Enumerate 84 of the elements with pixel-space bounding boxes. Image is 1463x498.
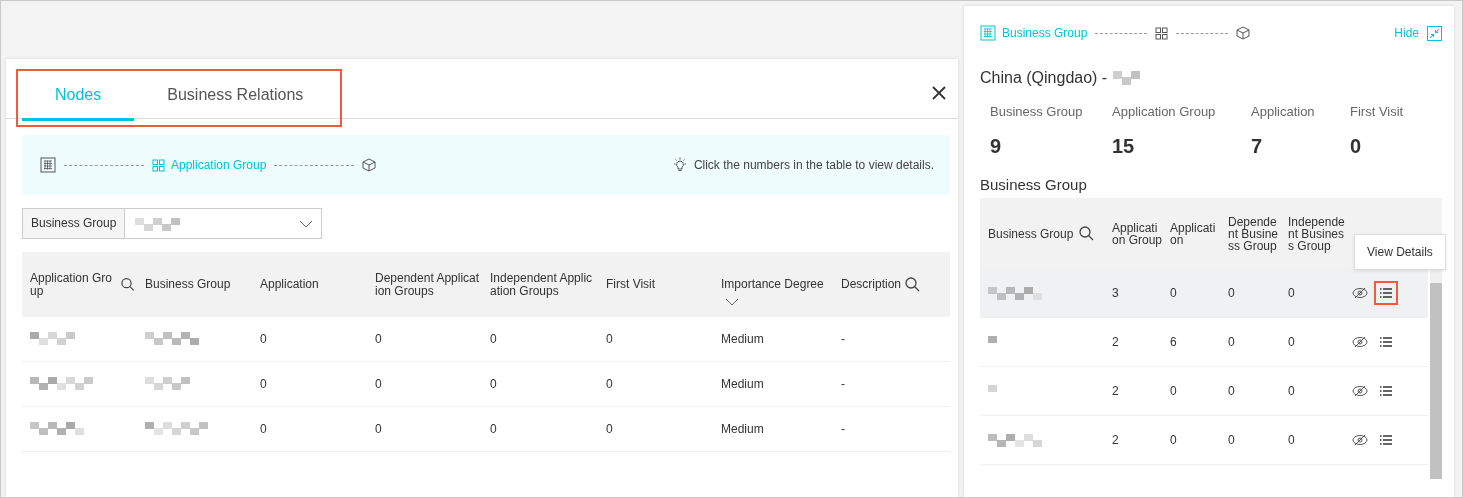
column-header: Application	[1170, 221, 1217, 246]
column-header: Dependent Business Group	[1228, 215, 1280, 252]
table-cell: 6	[1170, 335, 1177, 349]
grid-icon[interactable]	[1155, 26, 1169, 40]
section-title: Business Group	[980, 176, 1088, 195]
list-icon	[1380, 337, 1392, 347]
table-cell: -	[841, 332, 845, 346]
table-cell: 0	[1170, 433, 1177, 447]
table-cell: 0	[606, 377, 613, 391]
table-cell: -	[841, 377, 845, 391]
table-cell: 0	[1228, 384, 1235, 398]
stat-label: Business Group	[990, 104, 1084, 119]
column-header: Business Group	[988, 227, 1074, 240]
region-title: China (Qingdao) -	[980, 69, 1108, 87]
table-cell: 0	[375, 422, 382, 436]
table-cell: 2	[1112, 433, 1119, 447]
blurred-text	[145, 420, 208, 435]
column-header: Dependent Application Groups	[375, 271, 480, 298]
stat-value[interactable]: 9	[990, 135, 1112, 158]
column-header: Description	[841, 278, 902, 291]
table-cell: 0	[1288, 433, 1295, 447]
filter-label: Business Group	[22, 208, 126, 239]
table-cell: 3	[1112, 286, 1119, 300]
hint-text: Click the numbers in the table to view details.	[693, 158, 934, 172]
search-icon[interactable]	[121, 277, 135, 292]
table-cell: 0	[606, 422, 613, 436]
column-header: Independent Business Group	[1288, 215, 1346, 252]
chevron-down-icon[interactable]	[725, 298, 739, 306]
column-header: Application Group	[30, 271, 114, 298]
column-header: Application	[260, 278, 319, 291]
table-cell: 0	[1228, 335, 1235, 349]
cube-icon[interactable]	[1236, 26, 1251, 40]
stat-value[interactable]: 7	[1251, 135, 1350, 158]
tab[interactable]: Business Relations	[134, 71, 337, 121]
stat-label: Application Group	[1112, 104, 1217, 119]
table-cell: 0	[1228, 286, 1235, 300]
stat-label: Application	[1251, 104, 1316, 119]
tooltip: View Details	[1354, 234, 1446, 270]
column-header: First Visit	[606, 278, 656, 291]
hidden-eye-icon[interactable]	[1352, 433, 1368, 447]
table-cell: 0	[490, 377, 497, 391]
table-cell: 0	[490, 332, 497, 346]
table-cell: 0	[490, 422, 497, 436]
column-header: Importance Degree	[721, 278, 824, 291]
scrollbar[interactable]	[1430, 269, 1442, 479]
table-cell: 2	[1112, 384, 1119, 398]
table-cell: 0	[606, 332, 613, 346]
hidden-eye-icon[interactable]	[1352, 335, 1368, 349]
table-cell: 0	[260, 422, 267, 436]
view-details-button[interactable]	[1374, 281, 1398, 305]
table-cell: Medium	[721, 377, 764, 391]
cube-icon[interactable]	[362, 158, 377, 172]
table-cell: 0	[260, 377, 267, 391]
stat-label: First Visit	[1350, 104, 1404, 119]
table-cell: Medium	[721, 422, 764, 436]
column-header: Application Group	[1112, 221, 1164, 246]
table-cell: 0	[260, 332, 267, 346]
table-cell: -	[841, 422, 845, 436]
hidden-eye-icon[interactable]	[1352, 286, 1368, 300]
close-icon[interactable]	[932, 86, 946, 100]
list-icon	[1380, 435, 1392, 445]
stat-value[interactable]: 0	[1350, 135, 1404, 158]
table-cell: 0	[375, 377, 382, 391]
list-icon	[1380, 288, 1392, 298]
search-icon[interactable]	[905, 277, 921, 292]
chevron-down-icon	[299, 219, 314, 228]
table-cell: 0	[1228, 433, 1235, 447]
table-icon[interactable]	[40, 157, 56, 173]
table-cell: 2	[1112, 335, 1119, 349]
table-cell: 0	[1288, 335, 1295, 349]
hidden-eye-icon[interactable]	[1352, 384, 1368, 398]
blurred-text	[30, 375, 93, 390]
stat-value[interactable]: 15	[1112, 135, 1251, 158]
table-cell: 0	[1288, 384, 1295, 398]
list-icon	[1380, 386, 1392, 396]
table-cell: Medium	[721, 332, 764, 346]
table-cell: 0	[1288, 286, 1295, 300]
column-header: Business Group	[145, 278, 231, 291]
table-cell: 0	[1170, 286, 1177, 300]
column-header: Independent Application Groups	[490, 271, 594, 298]
lightbulb-icon	[671, 157, 688, 173]
search-icon[interactable]	[1079, 226, 1095, 241]
table-cell: 0	[1170, 384, 1177, 398]
table-cell: 0	[375, 332, 382, 346]
